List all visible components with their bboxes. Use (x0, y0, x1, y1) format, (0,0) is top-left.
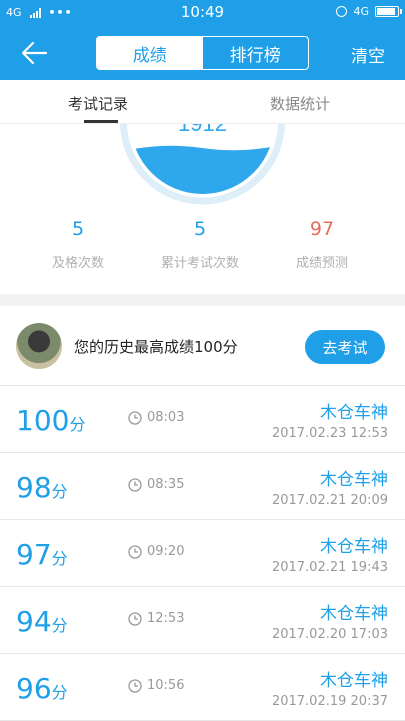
stat-value: 97 (309, 218, 335, 240)
duration: 08:35 (128, 477, 184, 492)
duration: 10:56 (128, 678, 184, 693)
list-item[interactable]: 96分 10:56 木仓车神 2017.02.19 20:37 (0, 654, 405, 721)
user-name: 木仓车神 (320, 604, 388, 624)
score-gauge: 1912 (120, 124, 285, 205)
stat-label: 累计考试次数 (160, 256, 239, 271)
section-divider (0, 294, 405, 306)
clock-icon (128, 611, 142, 626)
tab-exam-records[interactable]: 考试记录 (68, 93, 128, 114)
status-bar: 4G ••• 10:49 4G (0, 0, 405, 26)
clock-icon (128, 544, 142, 559)
user-name: 木仓车神 (320, 537, 388, 557)
avatar (16, 323, 62, 369)
tab-scores[interactable]: 成绩 (97, 37, 203, 69)
gauge-value: 1912 (178, 124, 227, 136)
stat-score-prediction: 97 成绩预测 (262, 218, 382, 271)
record-date: 2017.02.20 17:03 (271, 627, 388, 642)
score: 97分 (16, 538, 68, 571)
record-date: 2017.02.19 20:37 (271, 694, 388, 709)
duration-text: 12:53 (147, 611, 185, 626)
list-item[interactable]: 97分 09:20 木仓车神 2017.02.21 19:43 (0, 520, 405, 587)
clear-button[interactable]: 清空 (351, 42, 385, 67)
record-date: 2017.02.21 19:43 (271, 560, 388, 575)
stat-total-exams: 5 累计考试次数 (140, 218, 260, 271)
tab-data-stats[interactable]: 数据统计 (270, 93, 330, 114)
app-header: 4G ••• 10:49 4G 成绩 排行榜 清空 (0, 0, 405, 80)
duration: 12:53 (128, 611, 184, 626)
segmented-control: 成绩 排行榜 (96, 36, 309, 70)
clock-icon (128, 410, 142, 425)
stats-row: 5 及格次数 5 累计考试次数 97 成绩预测 (0, 218, 405, 278)
network-label-right: 4G (353, 5, 369, 18)
back-arrow-icon[interactable] (20, 40, 50, 66)
alarm-icon (336, 6, 348, 17)
stat-label: 及格次数 (51, 256, 104, 271)
stat-pass-count: 5 及格次数 (18, 218, 138, 271)
list-item[interactable]: 94分 12:53 木仓车神 2017.02.20 17:03 (0, 587, 405, 654)
user-name: 木仓车神 (320, 671, 388, 691)
score: 96分 (16, 672, 68, 705)
battery-icon (375, 6, 402, 17)
take-exam-button[interactable]: 去考试 (305, 330, 385, 364)
user-name: 木仓车神 (320, 403, 388, 423)
record-date: 2017.02.21 20:09 (271, 493, 388, 508)
stat-label: 成绩预测 (295, 256, 348, 271)
score: 98分 (16, 471, 68, 504)
duration-text: 08:35 (147, 477, 185, 492)
score: 94分 (16, 605, 68, 638)
duration-text: 08:03 (147, 410, 185, 425)
list-item[interactable]: 98分 08:35 木仓车神 2017.02.21 20:09 (0, 453, 405, 520)
duration-text: 09:20 (147, 544, 185, 559)
list-item[interactable]: 100分 08:03 木仓车神 2017.02.23 12:53 (0, 386, 405, 453)
tab-leaderboard[interactable]: 排行榜 (203, 37, 309, 69)
user-name: 木仓车神 (320, 470, 388, 490)
stat-value: 5 (71, 218, 85, 240)
duration-text: 10:56 (147, 678, 185, 693)
record-date: 2017.02.23 12:53 (271, 426, 388, 441)
score: 100分 (16, 404, 86, 437)
exam-record-list: 100分 08:03 木仓车神 2017.02.23 12:53 98分 08:… (0, 386, 405, 721)
active-tab-indicator (84, 120, 118, 123)
stat-value: 5 (193, 218, 207, 240)
duration: 08:03 (128, 410, 184, 425)
sub-tabs: 考试记录 数据统计 (0, 80, 405, 124)
clock-icon (128, 477, 142, 492)
clock-icon (128, 678, 142, 693)
best-score-text: 您的历史最高成绩100分 (74, 338, 238, 356)
best-score-banner: 您的历史最高成绩100分 去考试 (0, 306, 405, 386)
duration: 09:20 (128, 544, 184, 559)
